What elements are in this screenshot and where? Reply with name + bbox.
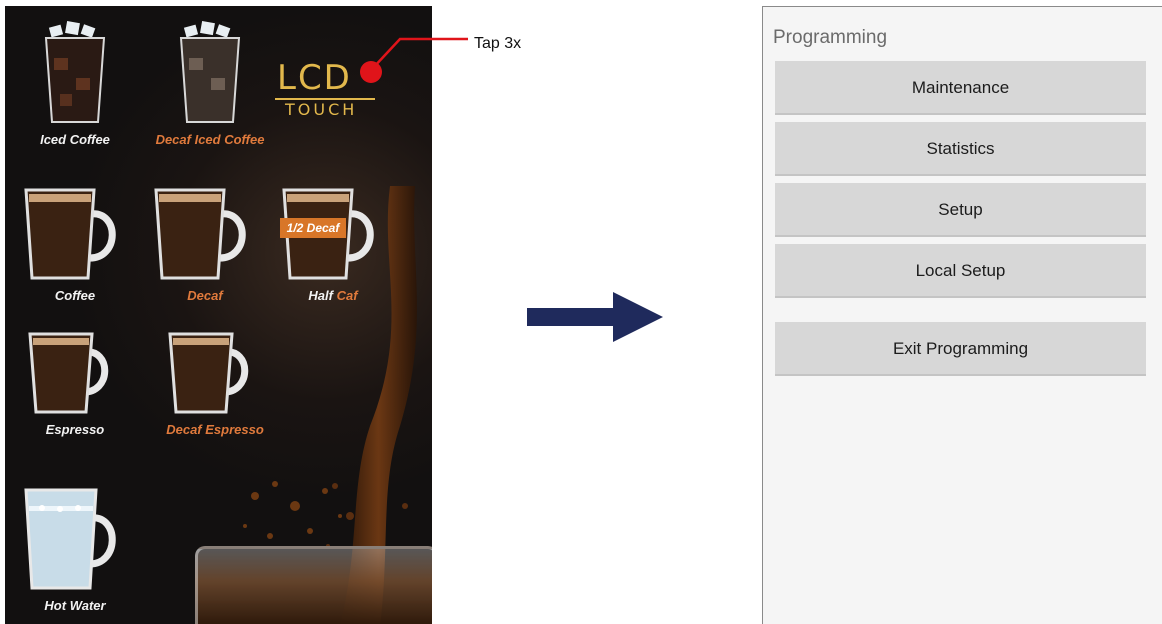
drink-label: Hot Water (44, 598, 106, 613)
drink-label: Espresso (45, 422, 105, 437)
drink-label: Decaf Espresso (166, 422, 264, 437)
drink-decaf-iced-coffee[interactable]: Decaf Iced Coffee (145, 18, 275, 147)
local-setup-button[interactable]: Local Setup (775, 244, 1146, 298)
drink-label: Coffee (54, 288, 96, 303)
hot-water-mug-icon (24, 488, 116, 590)
decaf-mug-icon (154, 188, 246, 280)
tap-connector-line (371, 37, 468, 70)
filling-glass-image (195, 546, 432, 624)
drink-label: Decaf Iced Coffee (155, 132, 265, 147)
iced-coffee-icon (44, 21, 106, 123)
drink-label: Half Caf (273, 288, 393, 303)
drink-coffee[interactable]: Coffee (15, 184, 135, 303)
statistics-button[interactable]: Statistics (775, 122, 1146, 176)
drink-espresso[interactable]: Espresso (15, 328, 135, 437)
programming-panel: Programming Maintenance Statistics Setup… (762, 6, 1162, 624)
espresso-mug-icon (28, 332, 109, 414)
half-caf-cup: 1/2 Decaf (278, 184, 388, 284)
decaf-iced-coffee-icon (179, 21, 241, 123)
drink-decaf-espresso[interactable]: Decaf Espresso (150, 328, 280, 437)
coffee-splash-image (243, 481, 342, 539)
exit-programming-button[interactable]: Exit Programming (775, 322, 1146, 376)
drink-decaf[interactable]: Decaf (145, 184, 265, 303)
coffee-mug-icon (24, 188, 116, 280)
coffee-machine-screen: Iced Coffee Decaf Iced Coffee LCD TOUCH … (5, 6, 432, 624)
drink-iced-coffee[interactable]: Iced Coffee (15, 18, 135, 147)
drink-half-caf[interactable]: 1/2 Decaf Half Caf (273, 184, 393, 303)
drink-label: Decaf (187, 288, 223, 303)
right-arrow-icon (527, 292, 663, 342)
maintenance-button[interactable]: Maintenance (775, 61, 1146, 115)
drink-label-part1: Half (308, 288, 333, 303)
drink-label: Iced Coffee (40, 132, 110, 147)
arrow-head (613, 292, 663, 342)
half-decaf-badge: 1/2 Decaf (280, 218, 346, 238)
logo-bottom-text: TOUCH (285, 100, 358, 119)
arrow-shaft (527, 308, 615, 326)
drink-label-part2: Caf (336, 288, 358, 303)
decaf-espresso-mug-icon (168, 332, 249, 414)
logo-top-text: LCD (277, 58, 352, 98)
setup-button[interactable]: Setup (775, 183, 1146, 237)
panel-title: Programming (773, 27, 888, 48)
drink-hot-water[interactable]: Hot Water (15, 484, 135, 613)
tap-instruction-label: Tap 3x (474, 35, 522, 52)
